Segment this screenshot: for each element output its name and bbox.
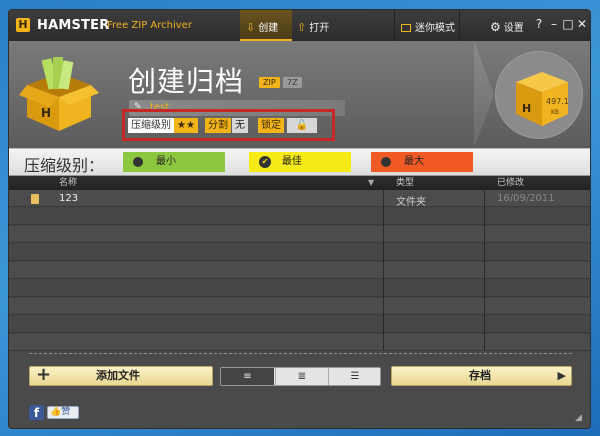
compression-level-min[interactable]: 最小 xyxy=(123,152,225,172)
tab-create[interactable]: ⇩ 创建 xyxy=(240,10,292,41)
compression-stars[interactable]: ★★ xyxy=(174,118,198,133)
compression-level-max[interactable]: 最大 xyxy=(371,152,473,172)
table-row-empty xyxy=(9,298,590,315)
split-option-value[interactable]: 无 xyxy=(232,118,248,133)
header-divider-chevron xyxy=(474,41,494,148)
tab-mini-label: 迷你模式 xyxy=(415,23,455,34)
add-files-label: 添加文件 xyxy=(96,369,140,382)
compression-level-bar: 压缩级别： 最小 ✔ 最佳 最大 xyxy=(9,148,590,176)
compression-level-min-label: 最小 xyxy=(156,156,176,167)
table-row-empty xyxy=(9,316,590,333)
table-row-empty xyxy=(9,208,590,225)
column-type[interactable]: 类型 xyxy=(396,176,414,190)
page-title: 创建归档 xyxy=(128,65,245,98)
table-row[interactable]: 123 文件夹 16/09/2011 xyxy=(9,190,590,208)
tab-open-label: 打开 xyxy=(309,23,330,34)
table-row-empty xyxy=(9,262,590,279)
table-row-empty xyxy=(9,280,590,297)
column-modified[interactable]: 已修改 xyxy=(497,176,524,190)
column-divider xyxy=(484,190,485,351)
folder-icon xyxy=(31,194,39,204)
compression-level-title: 压缩级别： xyxy=(24,156,105,175)
table-row-empty xyxy=(9,226,590,243)
help-button[interactable]: ? xyxy=(532,17,546,31)
table-row-empty xyxy=(9,244,590,261)
play-arrow-icon: ▶ xyxy=(557,369,566,382)
compression-level-best[interactable]: ✔ 最佳 xyxy=(249,152,351,172)
plus-icon: + xyxy=(36,364,52,385)
settings-label: 设置 xyxy=(503,23,524,34)
thumbs-up-icon: 👍 xyxy=(50,407,62,417)
settings-button[interactable]: ⚙ 设置 xyxy=(490,19,524,34)
gear-icon: ⚙ xyxy=(490,20,501,34)
drop-zone-divider xyxy=(29,353,572,354)
view-mode-switcher: ≡ ≣ ☰ xyxy=(220,367,381,386)
options-highlight-frame: 压缩级别 ★★ 分割 无 锁定 🔓 xyxy=(122,109,335,141)
compression-option-label[interactable]: 压缩级别 xyxy=(128,118,174,133)
compression-level-max-label: 最大 xyxy=(404,156,424,167)
download-icon: ⇩ xyxy=(246,21,256,34)
compression-level-best-label: 最佳 xyxy=(282,156,302,167)
format-zip-button[interactable]: ZIP xyxy=(259,77,280,88)
resize-grip-icon[interactable]: ◢ xyxy=(575,413,582,423)
archive-box-icon: H xyxy=(19,57,99,131)
maximize-button[interactable]: □ xyxy=(561,17,575,31)
app-window: H HAMSTER Free ZIP Archiver ⇩ 创建 ⇧ 打开 迷你模式… xyxy=(8,9,591,429)
mini-window-icon xyxy=(401,24,411,32)
unlock-icon[interactable]: 🔓 xyxy=(287,118,317,133)
view-list-button[interactable]: ≡ xyxy=(221,368,274,385)
radio-dot-icon xyxy=(133,157,143,167)
title-bar: H HAMSTER Free ZIP Archiver ⇩ 创建 ⇧ 打开 迷你模式… xyxy=(9,10,590,41)
tab-open[interactable]: ⇧ 打开 xyxy=(297,19,329,34)
add-files-button[interactable]: + 添加文件 xyxy=(29,366,213,386)
archive-size-value: 497.1 xyxy=(546,97,569,106)
row-modified: 16/09/2011 xyxy=(497,193,555,204)
column-divider xyxy=(383,190,384,351)
save-archive-label: 存档 xyxy=(469,369,491,382)
upload-icon: ⇧ xyxy=(297,21,307,34)
app-brand: HAMSTER xyxy=(37,18,110,33)
app-logo-icon: H xyxy=(16,18,30,32)
archive-size-unit: KB xyxy=(551,109,559,116)
archive-size-circle: H 497.1 KB xyxy=(495,51,583,139)
tab-create-label: 创建 xyxy=(258,23,279,34)
archive-size-box-icon: H 497.1 KB xyxy=(516,72,569,126)
svg-text:H: H xyxy=(522,102,531,115)
minimize-button[interactable]: – xyxy=(547,17,561,31)
sort-arrow-icon[interactable]: ▼ xyxy=(368,176,374,190)
file-list-header: 名称 ▼ 类型 已修改 xyxy=(9,176,590,190)
tab-mini-mode[interactable]: 迷你模式 xyxy=(394,10,460,41)
check-icon: ✔ xyxy=(259,156,271,168)
format-7z-button[interactable]: 7Z xyxy=(283,77,302,88)
table-row-empty xyxy=(9,334,590,351)
like-label: 赞 xyxy=(61,407,71,417)
app-brand-subtitle: Free ZIP Archiver xyxy=(107,20,192,31)
column-name[interactable]: 名称 xyxy=(59,176,77,190)
save-archive-button[interactable]: 存档 ▶ xyxy=(391,366,572,386)
facebook-icon[interactable]: f xyxy=(29,405,44,420)
view-detail-button[interactable]: ≣ xyxy=(275,368,328,385)
radio-dot-icon xyxy=(381,157,391,167)
row-name: 123 xyxy=(59,193,79,204)
like-button[interactable]: 👍赞 xyxy=(47,406,79,419)
view-compact-button[interactable]: ☰ xyxy=(328,368,381,385)
file-list: 名称 ▼ 类型 已修改 123 文件夹 16/09/2011 xyxy=(9,176,590,351)
split-option-label[interactable]: 分割 xyxy=(205,118,231,133)
close-button[interactable]: ✕ xyxy=(575,17,589,31)
lock-option-label[interactable]: 锁定 xyxy=(258,118,284,133)
svg-text:H: H xyxy=(41,106,51,120)
archive-header: H 创建归档 ZIP 7Z ✎ test 压缩级别 ★★ 分割 无 锁定 🔓 H… xyxy=(9,41,590,148)
row-type: 文件夹 xyxy=(396,197,426,208)
